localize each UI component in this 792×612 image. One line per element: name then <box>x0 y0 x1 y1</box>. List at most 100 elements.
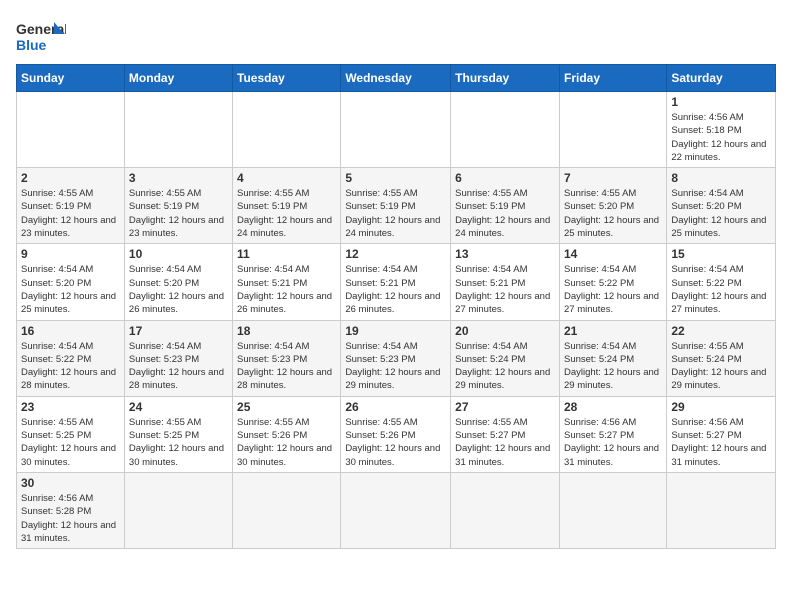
day-info: Sunrise: 4:55 AM Sunset: 5:25 PM Dayligh… <box>129 416 228 469</box>
calendar-week-5: 30 Sunrise: 4:56 AM Sunset: 5:28 PM Dayli… <box>17 472 776 548</box>
day-number: 13 <box>455 247 555 261</box>
day-info: Sunrise: 4:54 AM Sunset: 5:23 PM Dayligh… <box>237 340 336 393</box>
calendar-cell: 5 Sunrise: 4:55 AM Sunset: 5:19 PM Daylig… <box>341 168 451 244</box>
day-number: 16 <box>21 324 120 338</box>
calendar-cell <box>233 92 341 168</box>
day-info: Sunrise: 4:54 AM Sunset: 5:22 PM Dayligh… <box>564 263 662 316</box>
calendar-cell: 20Sunrise: 4:54 AM Sunset: 5:24 PM Dayli… <box>451 320 560 396</box>
day-info: Sunrise: 4:54 AM Sunset: 5:23 PM Dayligh… <box>129 340 228 393</box>
day-number: 9 <box>21 247 120 261</box>
calendar-cell: 22Sunrise: 4:55 AM Sunset: 5:24 PM Dayli… <box>667 320 776 396</box>
logo: GeneralBlue <box>16 16 66 56</box>
day-number: 2 <box>21 171 120 185</box>
day-info: Sunrise: 4:55 AM Sunset: 5:19 PM Dayligh… <box>21 187 120 240</box>
calendar-cell: 1 Sunrise: 4:56 AM Sunset: 5:18 PM Daylig… <box>667 92 776 168</box>
day-info: Sunrise: 4:54 AM Sunset: 5:23 PM Dayligh… <box>345 340 446 393</box>
calendar-cell <box>233 472 341 548</box>
calendar-cell <box>124 472 232 548</box>
day-info: Sunrise: 4:55 AM Sunset: 5:24 PM Dayligh… <box>671 340 771 393</box>
day-info: Sunrise: 4:55 AM Sunset: 5:19 PM Dayligh… <box>345 187 446 240</box>
day-info: Sunrise: 4:55 AM Sunset: 5:19 PM Dayligh… <box>455 187 555 240</box>
calendar-cell: 3Sunrise: 4:55 AM Sunset: 5:19 PM Daylig… <box>124 168 232 244</box>
day-number: 11 <box>237 247 336 261</box>
calendar-cell <box>451 472 560 548</box>
calendar-cell <box>341 472 451 548</box>
calendar-cell: 25 Sunrise: 4:55 AM Sunset: 5:26 PM Dayli… <box>233 396 341 472</box>
calendar-cell <box>124 92 232 168</box>
day-info: Sunrise: 4:56 AM Sunset: 5:18 PM Dayligh… <box>671 111 771 164</box>
day-info: Sunrise: 4:56 AM Sunset: 5:28 PM Dayligh… <box>21 492 120 545</box>
calendar-cell: 24Sunrise: 4:55 AM Sunset: 5:25 PM Dayli… <box>124 396 232 472</box>
col-header-thursday: Thursday <box>451 65 560 92</box>
day-number: 4 <box>237 171 336 185</box>
col-header-saturday: Saturday <box>667 65 776 92</box>
calendar-cell: 9Sunrise: 4:54 AM Sunset: 5:20 PM Daylig… <box>17 244 125 320</box>
day-number: 20 <box>455 324 555 338</box>
calendar-cell <box>341 92 451 168</box>
logo-svg: GeneralBlue <box>16 16 66 56</box>
day-number: 26 <box>345 400 446 414</box>
calendar-cell: 27Sunrise: 4:55 AM Sunset: 5:27 PM Dayli… <box>451 396 560 472</box>
day-info: Sunrise: 4:54 AM Sunset: 5:20 PM Dayligh… <box>671 187 771 240</box>
calendar-cell: 4 Sunrise: 4:55 AM Sunset: 5:19 PM Daylig… <box>233 168 341 244</box>
calendar-cell: 17 Sunrise: 4:54 AM Sunset: 5:23 PM Dayli… <box>124 320 232 396</box>
day-info: Sunrise: 4:55 AM Sunset: 5:25 PM Dayligh… <box>21 416 120 469</box>
calendar-cell: 16 Sunrise: 4:54 AM Sunset: 5:22 PM Dayli… <box>17 320 125 396</box>
day-number: 6 <box>455 171 555 185</box>
day-number: 5 <box>345 171 446 185</box>
calendar-cell: 18Sunrise: 4:54 AM Sunset: 5:23 PM Dayli… <box>233 320 341 396</box>
day-number: 21 <box>564 324 662 338</box>
col-header-sunday: Sunday <box>17 65 125 92</box>
day-number: 29 <box>671 400 771 414</box>
calendar-cell <box>667 472 776 548</box>
calendar-cell: 6 Sunrise: 4:55 AM Sunset: 5:19 PM Daylig… <box>451 168 560 244</box>
calendar-cell: 11Sunrise: 4:54 AM Sunset: 5:21 PM Dayli… <box>233 244 341 320</box>
day-number: 28 <box>564 400 662 414</box>
day-info: Sunrise: 4:55 AM Sunset: 5:19 PM Dayligh… <box>129 187 228 240</box>
day-number: 23 <box>21 400 120 414</box>
calendar-cell <box>559 472 666 548</box>
calendar-week-0: 1 Sunrise: 4:56 AM Sunset: 5:18 PM Daylig… <box>17 92 776 168</box>
day-number: 12 <box>345 247 446 261</box>
day-number: 19 <box>345 324 446 338</box>
calendar-cell: 14 Sunrise: 4:54 AM Sunset: 5:22 PM Dayli… <box>559 244 666 320</box>
calendar-cell: 23 Sunrise: 4:55 AM Sunset: 5:25 PM Dayli… <box>17 396 125 472</box>
day-info: Sunrise: 4:54 AM Sunset: 5:21 PM Dayligh… <box>345 263 446 316</box>
calendar-week-1: 2 Sunrise: 4:55 AM Sunset: 5:19 PM Daylig… <box>17 168 776 244</box>
calendar-cell: 29 Sunrise: 4:56 AM Sunset: 5:27 PM Dayli… <box>667 396 776 472</box>
day-info: Sunrise: 4:54 AM Sunset: 5:22 PM Dayligh… <box>21 340 120 393</box>
calendar-cell: 2 Sunrise: 4:55 AM Sunset: 5:19 PM Daylig… <box>17 168 125 244</box>
day-number: 17 <box>129 324 228 338</box>
day-info: Sunrise: 4:54 AM Sunset: 5:22 PM Dayligh… <box>671 263 771 316</box>
calendar-cell: 26 Sunrise: 4:55 AM Sunset: 5:26 PM Dayli… <box>341 396 451 472</box>
day-number: 15 <box>671 247 771 261</box>
day-info: Sunrise: 4:55 AM Sunset: 5:26 PM Dayligh… <box>237 416 336 469</box>
day-info: Sunrise: 4:54 AM Sunset: 5:20 PM Dayligh… <box>129 263 228 316</box>
calendar-week-4: 23 Sunrise: 4:55 AM Sunset: 5:25 PM Dayli… <box>17 396 776 472</box>
day-number: 30 <box>21 476 120 490</box>
calendar-cell <box>451 92 560 168</box>
day-info: Sunrise: 4:56 AM Sunset: 5:27 PM Dayligh… <box>671 416 771 469</box>
day-info: Sunrise: 4:55 AM Sunset: 5:20 PM Dayligh… <box>564 187 662 240</box>
day-number: 27 <box>455 400 555 414</box>
day-number: 25 <box>237 400 336 414</box>
col-header-monday: Monday <box>124 65 232 92</box>
day-info: Sunrise: 4:55 AM Sunset: 5:26 PM Dayligh… <box>345 416 446 469</box>
calendar-cell: 8Sunrise: 4:54 AM Sunset: 5:20 PM Daylig… <box>667 168 776 244</box>
calendar-header-row: SundayMondayTuesdayWednesdayThursdayFrid… <box>17 65 776 92</box>
calendar-table: SundayMondayTuesdayWednesdayThursdayFrid… <box>16 64 776 549</box>
calendar-cell: 21 Sunrise: 4:54 AM Sunset: 5:24 PM Dayli… <box>559 320 666 396</box>
day-info: Sunrise: 4:56 AM Sunset: 5:27 PM Dayligh… <box>564 416 662 469</box>
calendar-cell: 30 Sunrise: 4:56 AM Sunset: 5:28 PM Dayli… <box>17 472 125 548</box>
day-info: Sunrise: 4:54 AM Sunset: 5:21 PM Dayligh… <box>455 263 555 316</box>
day-number: 14 <box>564 247 662 261</box>
page-header: GeneralBlue <box>16 16 776 56</box>
svg-text:Blue: Blue <box>16 37 47 53</box>
day-number: 1 <box>671 95 771 109</box>
day-info: Sunrise: 4:54 AM Sunset: 5:24 PM Dayligh… <box>564 340 662 393</box>
calendar-cell: 19 Sunrise: 4:54 AM Sunset: 5:23 PM Dayli… <box>341 320 451 396</box>
day-info: Sunrise: 4:55 AM Sunset: 5:19 PM Dayligh… <box>237 187 336 240</box>
calendar-cell: 15 Sunrise: 4:54 AM Sunset: 5:22 PM Dayli… <box>667 244 776 320</box>
day-number: 7 <box>564 171 662 185</box>
calendar-week-3: 16 Sunrise: 4:54 AM Sunset: 5:22 PM Dayli… <box>17 320 776 396</box>
